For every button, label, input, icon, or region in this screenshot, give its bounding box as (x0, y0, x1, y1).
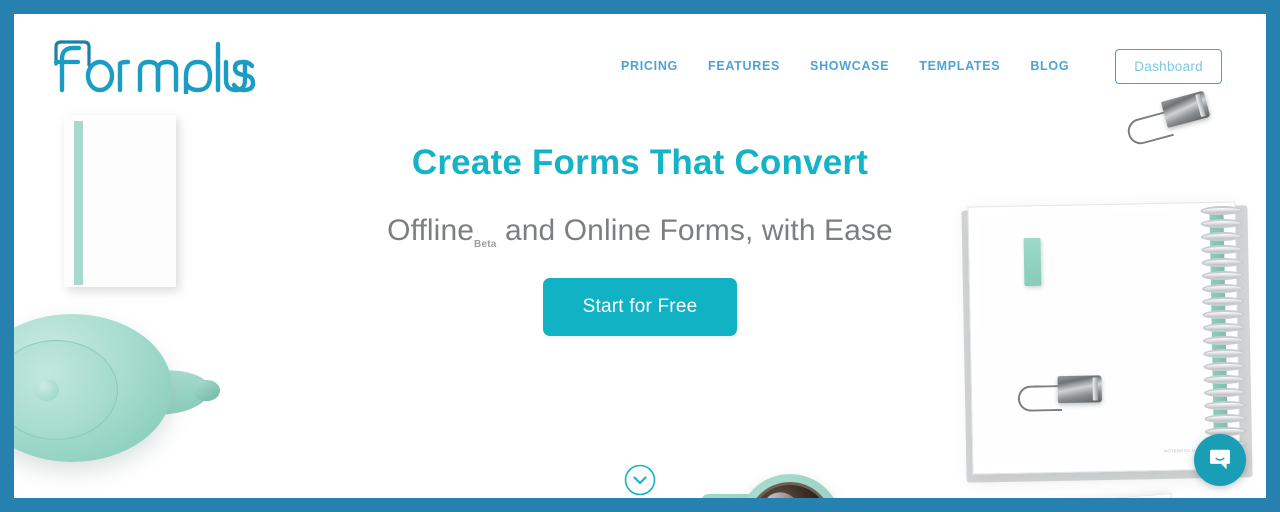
main-navigation: PRICING FEATURES SHOWCASE TEMPLATES BLOG… (621, 48, 1222, 84)
chevron-down-circle-icon (624, 464, 656, 496)
nav-link-templates[interactable]: TEMPLATES (919, 59, 1000, 73)
chat-widget-button[interactable] (1194, 434, 1246, 486)
formplus-logo-icon (53, 40, 256, 94)
teapot-spout (130, 367, 212, 417)
paper-sheet-bottom-right (1051, 492, 1177, 498)
teacup-outer (738, 474, 842, 498)
beta-badge: Beta (474, 239, 497, 250)
teacup-sheen (754, 486, 810, 498)
start-for-free-button[interactable]: Start for Free (542, 278, 738, 336)
nav-link-pricing[interactable]: PRICING (621, 59, 678, 73)
binder-clip-on-notebook (1014, 375, 1115, 433)
chat-bubble-smile-icon (1210, 449, 1230, 470)
scroll-down-button[interactable] (624, 464, 656, 496)
dashboard-button[interactable]: Dashboard (1115, 48, 1222, 84)
nav-link-features[interactable]: FEATURES (708, 59, 780, 73)
hero-sub-offline: Offline (387, 214, 475, 247)
hero-sub-rest: and Online Forms, with Ease (496, 214, 893, 247)
page-border-frame: NOTEBOOK DETAIL PRICING FEATURES SHOWCAS… (0, 0, 1280, 512)
nav-link-showcase[interactable]: SHOWCASE (810, 59, 889, 73)
hero-headline: Create Forms That Convert (411, 143, 869, 182)
teapot-body (14, 314, 172, 462)
teapot-lid (14, 340, 118, 440)
binder-clip-body (1057, 375, 1102, 404)
teacup-coffee (747, 482, 833, 498)
hero-subheadline: OfflineBeta and Online Forms, with Ease (14, 214, 1266, 250)
binder-clip-arm (1017, 385, 1063, 412)
teapot-spout-tip (194, 380, 220, 401)
brand-logo[interactable] (48, 36, 258, 96)
teacup-saucer (702, 494, 794, 498)
teapot-knob (34, 379, 59, 401)
site-header: PRICING FEATURES SHOWCASE TEMPLATES BLOG… (14, 14, 1266, 118)
nav-link-blog[interactable]: BLOG (1030, 59, 1069, 73)
teapot-decor-image (14, 314, 244, 464)
landing-page: NOTEBOOK DETAIL PRICING FEATURES SHOWCAS… (14, 14, 1266, 498)
hero-section: Create Forms That Convert OfflineBeta an… (14, 142, 1266, 336)
teacup-decor-image (702, 472, 842, 498)
cta-container: Start for Free (14, 278, 1266, 336)
